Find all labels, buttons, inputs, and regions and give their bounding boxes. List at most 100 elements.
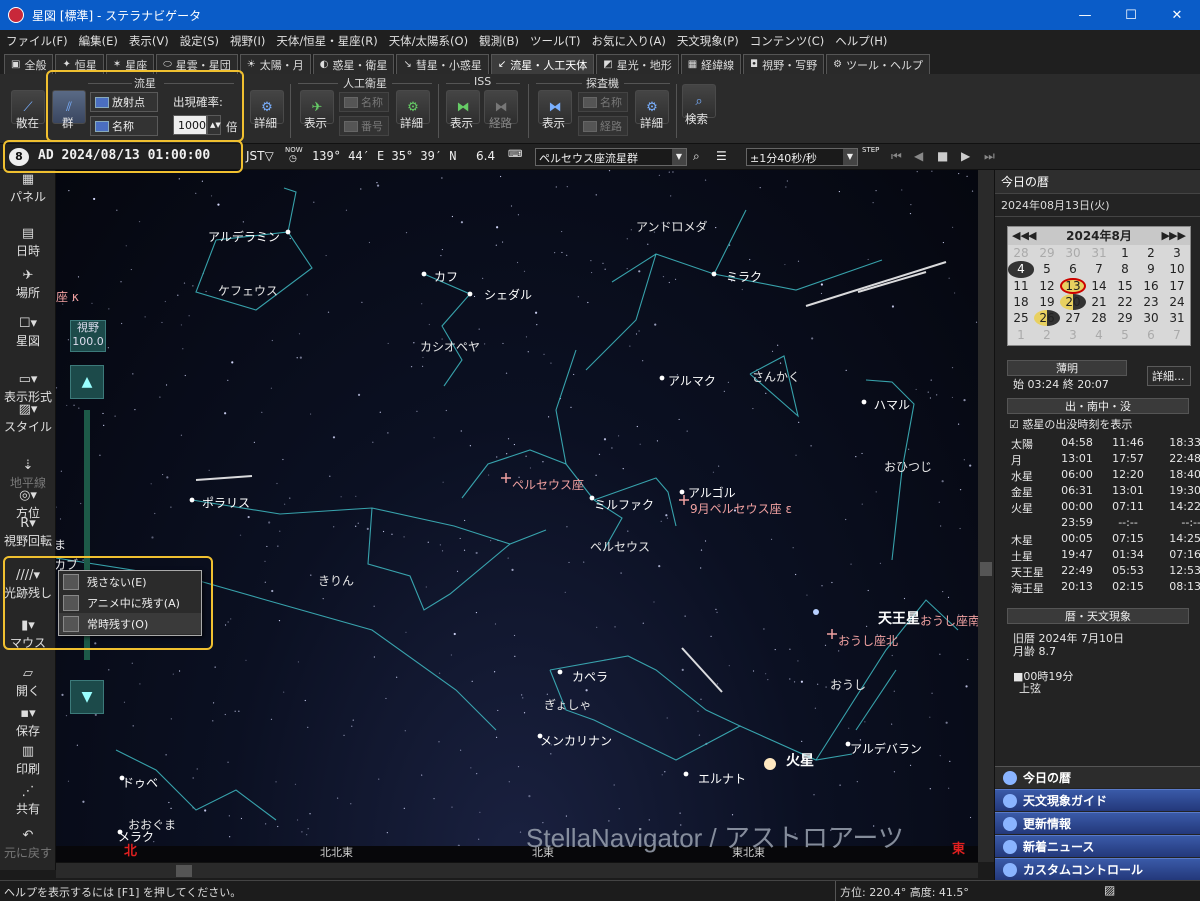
calendar-day[interactable]: 28 bbox=[1086, 310, 1112, 326]
menu-item-2[interactable]: 表示(V) bbox=[129, 33, 169, 49]
close-button[interactable]: ✕ bbox=[1154, 0, 1200, 30]
calendar-day[interactable]: 17 bbox=[1164, 278, 1190, 294]
left-tool-13[interactable]: ▥ 印刷 bbox=[0, 744, 56, 777]
calendar-day[interactable]: 27 bbox=[1060, 310, 1086, 326]
tab-9[interactable]: ▦ 経緯線 bbox=[680, 54, 742, 74]
play-icon[interactable]: ▶ bbox=[961, 149, 970, 163]
menu-item-10[interactable]: 天文現象(P) bbox=[677, 33, 739, 49]
nav-3[interactable]: 新着ニュース bbox=[995, 835, 1200, 857]
minimize-button[interactable]: — bbox=[1062, 0, 1108, 30]
calendar-day[interactable]: 7 bbox=[1086, 261, 1112, 277]
satellite-number-toggle[interactable]: 番号 bbox=[339, 116, 389, 136]
trail-status-icon[interactable]: ▨ bbox=[1104, 883, 1115, 897]
left-tool-6[interactable]: ⇣ 地平線 bbox=[0, 458, 56, 491]
step-button[interactable]: STEP bbox=[862, 146, 879, 154]
menu-item-5[interactable]: 天体/恒星・星座(R) bbox=[276, 33, 377, 49]
menu-item-0[interactable]: ファイル(F) bbox=[6, 33, 68, 49]
calendar-day[interactable]: 2 bbox=[1138, 245, 1164, 261]
menu-item-4[interactable]: 視野(I) bbox=[230, 33, 265, 49]
calendar-day[interactable]: 14 bbox=[1086, 278, 1112, 294]
left-tool-11[interactable]: ▱ 開く bbox=[0, 666, 56, 699]
tab-6[interactable]: ↘ 彗星・小惑星 bbox=[396, 54, 489, 74]
calendar-day[interactable]: 5 bbox=[1034, 261, 1060, 277]
stop-icon[interactable]: ■ bbox=[937, 149, 948, 163]
calendar-day[interactable]: 19 bbox=[1034, 294, 1060, 310]
calendar-day[interactable]: 8 bbox=[1112, 261, 1138, 277]
list-icon[interactable]: ☰ bbox=[716, 149, 727, 163]
calendar-day[interactable]: 3 bbox=[1164, 245, 1190, 261]
calendar-day[interactable]: 23 bbox=[1138, 294, 1164, 310]
calendar-day[interactable]: 7 bbox=[1164, 326, 1190, 342]
calendar-day[interactable]: 15 bbox=[1112, 278, 1138, 294]
menu-item-9[interactable]: お気に入り(A) bbox=[591, 33, 665, 49]
vertical-scrollbar[interactable] bbox=[978, 170, 994, 862]
nav-2[interactable]: 更新情報 bbox=[995, 812, 1200, 834]
calendar-day[interactable]: 31 bbox=[1086, 245, 1112, 261]
altitude-value[interactable]: 6.4 bbox=[476, 149, 495, 163]
tab-5[interactable]: ◐ 惑星・衛星 bbox=[312, 54, 395, 74]
calendar-grid[interactable]: 28 29 30 31 1 2 3 4 5 6 7 8 9 10 11 12 13 14 15 16 17 18 19 20 2… bbox=[1008, 245, 1190, 343]
left-tool-3[interactable]: ☐▾ 星図 bbox=[0, 316, 56, 349]
menu-item-1[interactable]: 編集(E) bbox=[79, 33, 118, 49]
tab-8[interactable]: ◩ 星光・地形 bbox=[596, 54, 679, 74]
prev-month-button[interactable]: ◀ bbox=[1028, 227, 1036, 245]
zoom-out-button[interactable]: ▼ bbox=[70, 680, 104, 714]
calendar-day[interactable]: 9 bbox=[1138, 261, 1164, 277]
calendar-day[interactable]: 31 bbox=[1164, 310, 1190, 326]
calendar-day[interactable]: 20 bbox=[1060, 293, 1086, 311]
calendar-day[interactable]: 29 bbox=[1034, 245, 1060, 261]
show-planet-rise-checkbox[interactable]: ☑ 惑星の出没時刻を表示 bbox=[1009, 416, 1132, 432]
speed-select[interactable]: ±1分40秒/秒 ▼ bbox=[746, 148, 858, 166]
prev-year-button[interactable]: ◀◀ bbox=[1012, 227, 1029, 245]
calendar[interactable]: ◀◀ ◀ 2024年8月 ▶ ▶▶ 28 29 30 31 1 2 3 4 5 6 7 8 9 10 11 12 13 1… bbox=[1007, 226, 1191, 346]
left-tool-8[interactable]: R▾ 視野回転 bbox=[0, 516, 56, 549]
left-tool-1[interactable]: ▤ 日時 bbox=[0, 226, 56, 259]
calendar-day[interactable]: 3 bbox=[1060, 326, 1086, 342]
calendar-day[interactable]: 6 bbox=[1060, 261, 1086, 277]
calendar-day[interactable]: 21 bbox=[1086, 294, 1112, 310]
now-button[interactable]: NOW bbox=[285, 146, 303, 154]
zoom-in-button[interactable]: ▲ bbox=[70, 365, 104, 399]
play-back-icon[interactable]: ◀ bbox=[914, 149, 923, 163]
calendar-day[interactable]: 1 bbox=[1112, 245, 1138, 261]
left-tool-15[interactable]: ↶ 元に戻す bbox=[0, 828, 56, 861]
calendar-day[interactable]: 30 bbox=[1138, 310, 1164, 326]
calendar-day[interactable]: 4 bbox=[1086, 326, 1112, 342]
skip-forward-icon[interactable]: ⏭ bbox=[984, 149, 995, 164]
menu-item-3[interactable]: 設定(S) bbox=[180, 33, 219, 49]
tab-0[interactable]: ▣ 全般 bbox=[4, 54, 54, 74]
calendar-day[interactable]: 10 bbox=[1164, 261, 1190, 277]
twilight-detail-button[interactable]: 詳細... bbox=[1147, 366, 1191, 386]
search-icon[interactable]: ⌕ bbox=[693, 149, 700, 164]
left-tool-5[interactable]: ▨▾ スタイル bbox=[0, 402, 56, 435]
calendar-day[interactable]: 28 bbox=[1008, 245, 1034, 261]
tab-10[interactable]: ◘ 視野・写野 bbox=[743, 54, 825, 74]
nav-4[interactable]: カスタムコントロール bbox=[995, 858, 1200, 880]
calendar-day[interactable]: 4 bbox=[1008, 261, 1034, 278]
skip-back-icon[interactable]: ⏮ bbox=[891, 149, 902, 164]
calendar-day[interactable]: 11 bbox=[1008, 278, 1034, 294]
menu-item-8[interactable]: ツール(T) bbox=[530, 33, 581, 49]
calendar-day[interactable]: 29 bbox=[1112, 310, 1138, 326]
menu-item-12[interactable]: ヘルプ(H) bbox=[835, 33, 887, 49]
nav-0[interactable]: 今日の暦 bbox=[995, 766, 1200, 788]
maximize-button[interactable]: ☐ bbox=[1108, 0, 1154, 30]
probe-route-toggle[interactable]: 経路 bbox=[578, 116, 628, 136]
calendar-day[interactable]: 1 bbox=[1008, 326, 1034, 342]
left-tool-2[interactable]: ✈ 場所 bbox=[0, 268, 56, 301]
tab-7[interactable]: ↙ 流星・人工天体 bbox=[490, 54, 595, 74]
calendar-day[interactable]: 5 bbox=[1112, 326, 1138, 342]
menu-item-11[interactable]: コンテンツ(C) bbox=[750, 33, 825, 49]
menu-item-7[interactable]: 観測(B) bbox=[479, 33, 519, 49]
calendar-day[interactable]: 16 bbox=[1138, 278, 1164, 294]
calendar-day[interactable]: 26 bbox=[1034, 310, 1060, 327]
calendar-day[interactable]: 12 bbox=[1034, 278, 1060, 294]
calendar-day[interactable]: 24 bbox=[1164, 294, 1190, 310]
left-tool-0[interactable]: ▦ パネル bbox=[0, 172, 56, 205]
next-year-button[interactable]: ▶▶ bbox=[1169, 227, 1186, 245]
left-tool-12[interactable]: ▪▾ 保存 bbox=[0, 706, 56, 739]
calendar-day[interactable]: 22 bbox=[1112, 294, 1138, 310]
nav-1[interactable]: 天文現象ガイド bbox=[995, 789, 1200, 811]
calendar-day[interactable]: 18 bbox=[1008, 294, 1034, 310]
menu-item-6[interactable]: 天体/太陽系(O) bbox=[389, 33, 468, 49]
